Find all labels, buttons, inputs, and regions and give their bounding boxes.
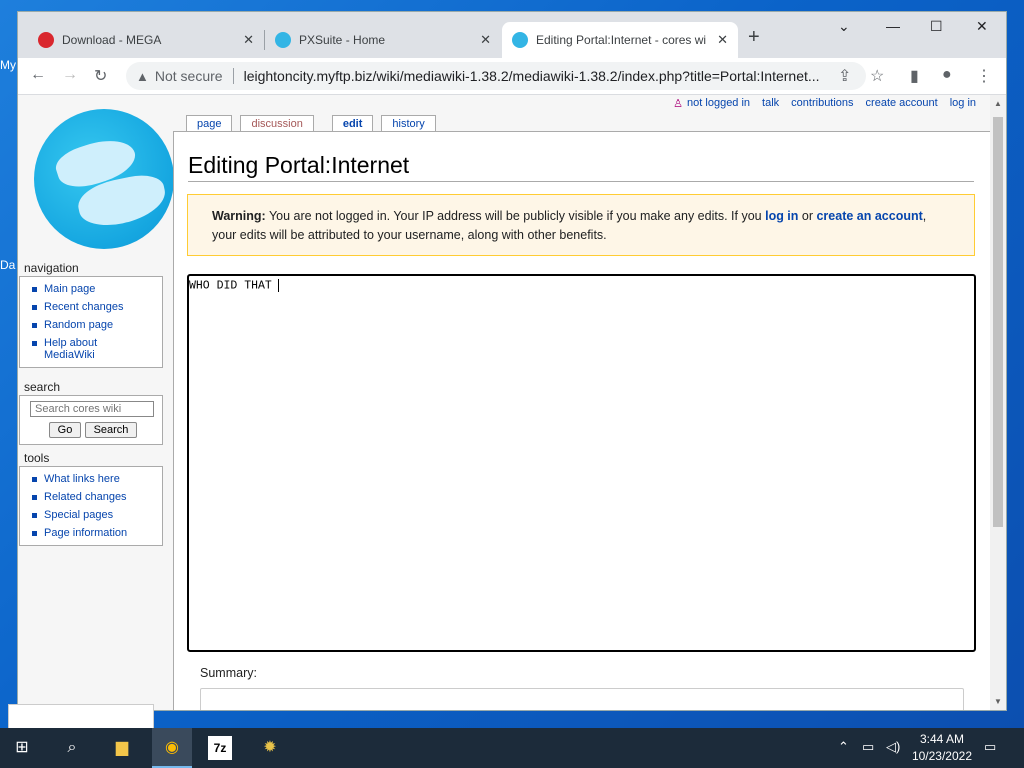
close-window-icon[interactable]: ✕ xyxy=(976,18,988,35)
tab-search-chevron-icon[interactable]: ⌄ xyxy=(838,18,850,35)
navigation-heading: navigation xyxy=(24,261,79,275)
clock[interactable]: 3:44 AM 10/23/2022 xyxy=(912,731,972,765)
taskbar: ⊞ ⌕ ▆ ◉ 7z ✹ ⌃ ▭ ◁) 3:44 AM 10/23/2022 ▭ xyxy=(0,728,1024,768)
contributions-link[interactable]: contributions xyxy=(791,97,853,110)
create-account-link[interactable]: create account xyxy=(866,97,938,110)
menu-dots-icon[interactable]: ⋮ xyxy=(976,66,992,86)
notifications-icon[interactable]: ▭ xyxy=(984,739,996,755)
tab-pxsuite[interactable]: PXSuite - Home ✕ xyxy=(265,22,501,58)
tools-what-links-here[interactable]: What links here xyxy=(20,470,162,488)
desktop-icon-label[interactable]: Da xyxy=(0,258,15,272)
content-area: Editing Portal:Internet Warning: You are… xyxy=(173,131,990,710)
divider xyxy=(232,68,234,84)
go-button[interactable]: Go xyxy=(49,422,81,438)
minimize-icon[interactable]: — xyxy=(886,18,900,34)
desktop-icon-label[interactable]: My xyxy=(0,58,16,72)
tools-portal: What links here Related changes Special … xyxy=(19,466,163,546)
tab-mega[interactable]: Download - MEGA ✕ xyxy=(28,22,264,58)
text-caret xyxy=(277,279,279,292)
wiki-icon xyxy=(512,32,528,48)
volume-icon[interactable]: ◁) xyxy=(886,739,900,755)
wiki-logo[interactable] xyxy=(34,109,174,249)
personal-tools: ♙ not logged in talk contributions creat… xyxy=(673,97,976,110)
windows-start-icon[interactable]: ⊞ xyxy=(10,736,34,760)
summary-input[interactable] xyxy=(200,688,964,710)
scroll-up-icon[interactable]: ▲ xyxy=(994,99,1002,108)
7zip-icon[interactable]: 7z xyxy=(208,736,232,760)
nav-random-page[interactable]: Random page xyxy=(20,316,162,334)
close-tab-icon[interactable]: ✕ xyxy=(480,32,491,48)
chrome-icon[interactable]: ◉ xyxy=(160,736,184,760)
browser-toolbar: ← → ↻ ▲ Not secure leightoncity.myftp.bi… xyxy=(18,58,1006,95)
search-portal: Go Search xyxy=(19,395,163,445)
close-tab-icon[interactable]: ✕ xyxy=(717,32,728,48)
tab-strip: Download - MEGA ✕ PXSuite - Home ✕ Editi… xyxy=(18,12,1006,58)
scroll-down-icon[interactable]: ▼ xyxy=(994,697,1002,706)
tab-title: PXSuite - Home xyxy=(299,33,386,47)
tab-editing-portal[interactable]: Editing Portal:Internet - cores wi ✕ xyxy=(502,22,738,58)
url-text[interactable]: leightoncity.myftp.biz/wiki/mediawiki-1.… xyxy=(244,68,834,84)
back-icon[interactable]: ← xyxy=(30,66,46,84)
mega-icon xyxy=(38,32,54,48)
search-heading: search xyxy=(24,380,61,394)
browser-window: Download - MEGA ✕ PXSuite - Home ✕ Editi… xyxy=(18,12,1006,710)
wiki-page: ♙ not logged in talk contributions creat… xyxy=(18,95,990,710)
warning-text: or xyxy=(798,209,817,223)
warning-login-link[interactable]: log in xyxy=(765,209,798,223)
background-window-fragment xyxy=(8,704,154,730)
file-explorer-icon[interactable]: ▆ xyxy=(110,736,134,760)
app-gear-icon[interactable]: ✹ xyxy=(258,736,282,760)
tools-related-changes[interactable]: Related changes xyxy=(20,488,162,506)
address-bar[interactable]: ▲ Not secure leightoncity.myftp.biz/wiki… xyxy=(126,62,866,90)
not-logged-in-label: not logged in xyxy=(687,97,751,109)
warning-create-account-link[interactable]: create an account xyxy=(816,209,922,223)
nav-help[interactable]: Help about MediaWiki xyxy=(20,334,162,364)
bookmark-star-icon[interactable]: ☆ xyxy=(870,66,884,86)
tools-special-pages[interactable]: Special pages xyxy=(20,506,162,524)
date: 10/23/2022 xyxy=(911,749,972,763)
page-scrollbar[interactable]: ▲ ▼ xyxy=(990,95,1006,710)
reload-icon[interactable]: ↻ xyxy=(94,66,107,86)
user-icon: ♙ xyxy=(673,98,684,110)
warning-label: Warning: xyxy=(212,209,266,223)
new-tab-plus-icon[interactable]: + xyxy=(748,26,760,49)
tray-chevron-icon[interactable]: ⌃ xyxy=(838,739,849,755)
tab-title: Editing Portal:Internet - cores wi xyxy=(536,33,707,47)
not-logged-in-warning: Warning: You are not logged in. Your IP … xyxy=(187,194,975,256)
scroll-thumb[interactable] xyxy=(993,117,1003,527)
forward-icon[interactable]: → xyxy=(62,66,78,84)
security-label[interactable]: Not secure xyxy=(155,68,223,84)
warning-triangle-icon[interactable]: ▲ xyxy=(136,69,149,84)
tab-title: Download - MEGA xyxy=(62,33,162,47)
nav-main-page[interactable]: Main page xyxy=(20,280,162,298)
tools-heading: tools xyxy=(24,451,50,465)
search-icon[interactable]: ⌕ xyxy=(60,736,84,760)
network-icon[interactable]: ▭ xyxy=(862,739,874,755)
page-title: Editing Portal:Internet xyxy=(188,152,974,182)
search-button[interactable]: Search xyxy=(85,422,137,438)
login-link[interactable]: log in xyxy=(950,97,976,110)
tools-page-information[interactable]: Page information xyxy=(20,524,162,542)
nav-recent-changes[interactable]: Recent changes xyxy=(20,298,162,316)
share-icon[interactable]: ⇪ xyxy=(838,66,851,86)
summary-label: Summary: xyxy=(200,666,257,680)
edit-textarea[interactable]: WHO DID THAT xyxy=(187,274,976,652)
side-panel-icon[interactable]: ▮ xyxy=(910,66,919,86)
pxsuite-icon xyxy=(275,32,291,48)
warning-text: You are not logged in. Your IP address w… xyxy=(265,209,766,223)
profile-icon[interactable]: ● xyxy=(942,66,952,84)
maximize-icon[interactable]: ☐ xyxy=(930,18,943,35)
search-input[interactable] xyxy=(30,401,154,417)
time: 3:44 AM xyxy=(919,732,964,746)
editor-content: WHO DID THAT xyxy=(189,279,272,293)
navigation-portal: Main page Recent changes Random page Hel… xyxy=(19,276,163,368)
talk-link[interactable]: talk xyxy=(762,97,779,110)
close-tab-icon[interactable]: ✕ xyxy=(243,32,254,48)
